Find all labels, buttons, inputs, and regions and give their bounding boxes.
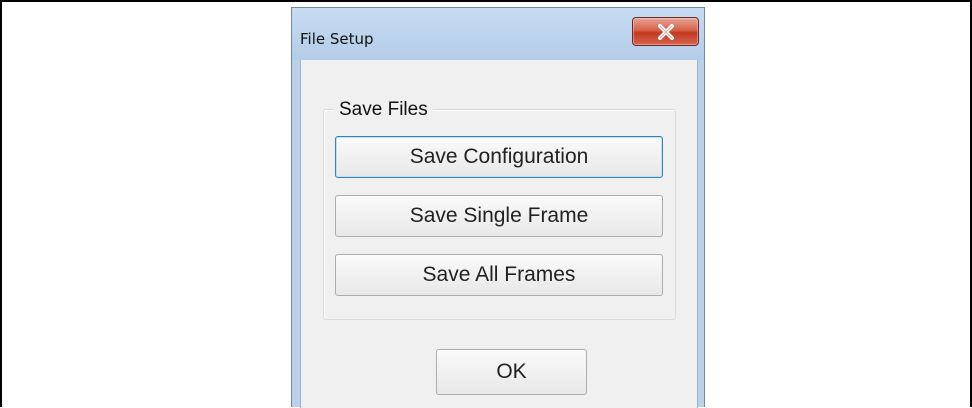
save-files-group-label: Save Files	[334, 99, 433, 121]
file-setup-dialog: File Setup Save Files Save Configuration…	[291, 7, 705, 408]
title-bar[interactable]: File Setup	[292, 8, 704, 60]
close-button[interactable]	[632, 17, 699, 46]
ok-button[interactable]: OK	[436, 349, 587, 395]
window-title: File Setup	[300, 30, 374, 48]
close-icon	[657, 23, 675, 40]
save-configuration-button[interactable]: Save Configuration	[335, 136, 663, 178]
dialog-client-area: Save Files Save Configuration Save Singl…	[300, 60, 698, 408]
save-single-frame-button[interactable]: Save Single Frame	[335, 195, 663, 237]
save-all-frames-button[interactable]: Save All Frames	[335, 254, 663, 296]
